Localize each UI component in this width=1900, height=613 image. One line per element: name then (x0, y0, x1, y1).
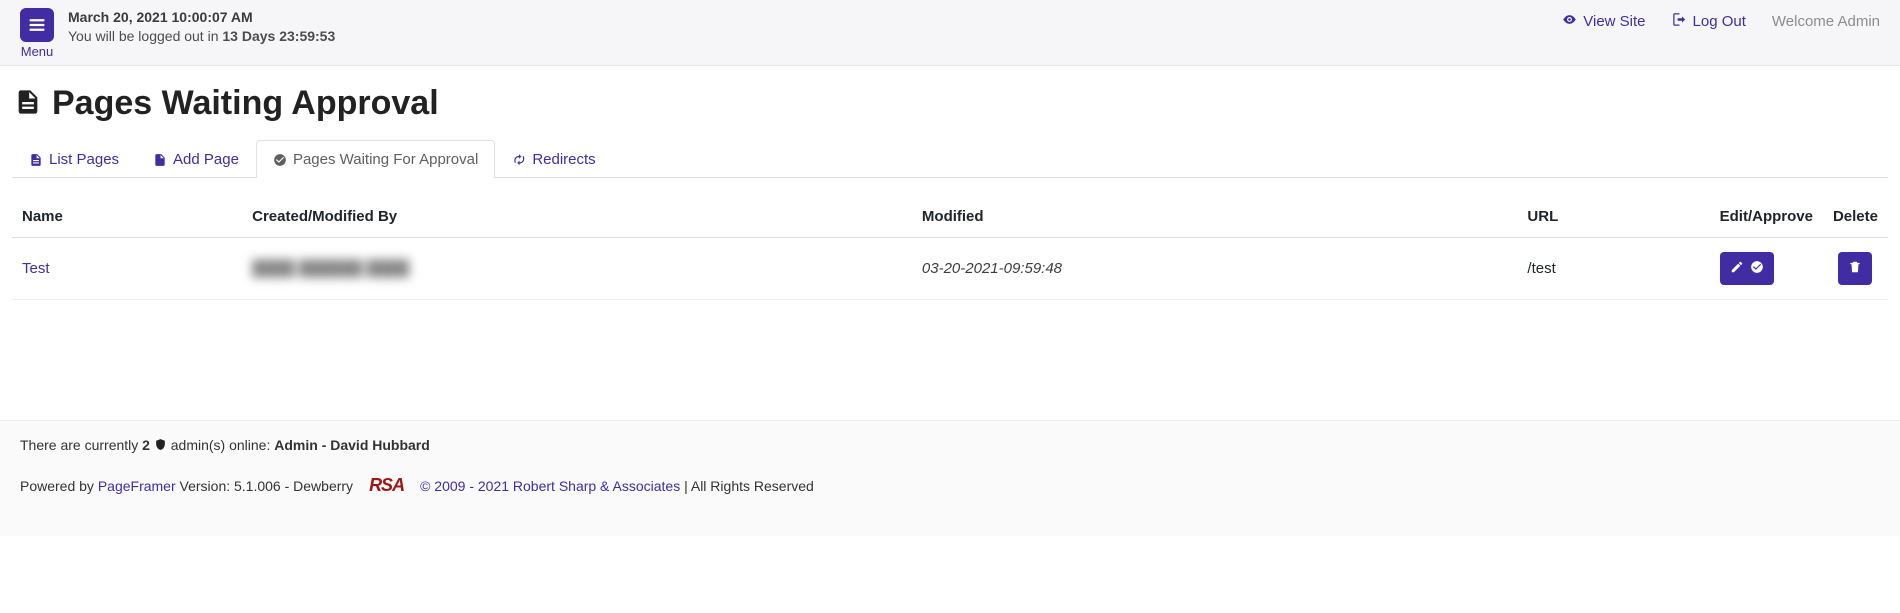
th-delete: Delete (1823, 196, 1888, 238)
online-count: 2 (142, 437, 150, 453)
document-icon (14, 88, 42, 119)
tab-redirects[interactable]: Redirects (495, 140, 612, 178)
log-out-link[interactable]: Log Out (1672, 12, 1746, 31)
shield-icon (154, 437, 167, 453)
th-modified: Modified (912, 196, 1518, 238)
admins-online: There are currently 2 admin(s) online: A… (20, 437, 1880, 453)
edit-icon (1730, 260, 1744, 277)
online-prefix: There are currently (20, 437, 142, 453)
copyright-link[interactable]: © 2009 - 2021 Robert Sharp & Associates (420, 478, 680, 494)
logout-countdown: You will be logged out in 13 Days 23:59:… (68, 27, 335, 46)
tab-waiting-label: Pages Waiting For Approval (293, 151, 478, 168)
table-row: Test ████ ██████ ████ 03-20-2021-09:59:4… (12, 238, 1888, 300)
edit-approve-button[interactable] (1720, 252, 1774, 285)
row-modified: 03-20-2021-09:59:48 (922, 260, 1062, 277)
hamburger-icon (20, 8, 54, 42)
footer: There are currently 2 admin(s) online: A… (0, 420, 1900, 536)
check-circle-icon (1750, 260, 1764, 277)
current-datetime: March 20, 2021 10:00:07 AM (68, 8, 335, 27)
row-name-link[interactable]: Test (22, 260, 50, 277)
table-header-row: Name Created/Modified By Modified URL Ed… (12, 196, 1888, 238)
view-site-label: View Site (1583, 13, 1645, 30)
tab-list-pages-label: List Pages (49, 151, 119, 168)
top-bar-right: View Site Log Out Welcome Admin (1562, 8, 1880, 31)
view-site-link[interactable]: View Site (1562, 12, 1645, 31)
approval-table: Name Created/Modified By Modified URL Ed… (12, 196, 1888, 300)
version-text: Version: 5.1.006 - Dewberry (176, 478, 353, 494)
top-bar-left: Menu March 20, 2021 10:00:07 AM You will… (20, 8, 335, 59)
pageframer-link[interactable]: PageFramer (98, 478, 176, 494)
main-content: Pages Waiting Approval List Pages Add Pa… (0, 66, 1900, 300)
tab-add-page[interactable]: Add Page (136, 140, 256, 178)
logout-time: 13 Days 23:59:53 (222, 28, 335, 44)
menu-button[interactable]: Menu (20, 8, 54, 59)
th-edit-approve: Edit/Approve (1710, 196, 1823, 238)
page-title: Pages Waiting Approval (52, 84, 439, 123)
rsa-logo: RSA (369, 475, 404, 496)
tab-redirects-label: Redirects (532, 151, 595, 168)
eye-icon (1562, 12, 1577, 31)
row-created-by: ████ ██████ ████ (252, 260, 409, 277)
menu-label: Menu (20, 44, 54, 59)
logout-icon (1672, 12, 1687, 31)
tabs: List Pages Add Page Pages Waiting For Ap… (12, 139, 1888, 178)
rights-text: | All Rights Reserved (680, 478, 814, 494)
logout-prefix: You will be logged out in (68, 28, 222, 44)
welcome-text: Welcome Admin (1772, 13, 1880, 30)
powered-prefix: Powered by (20, 478, 98, 494)
page-title-row: Pages Waiting Approval (12, 84, 1888, 123)
online-names: Admin - David Hubbard (274, 437, 430, 453)
header-info: March 20, 2021 10:00:07 AM You will be l… (68, 8, 335, 46)
online-mid: admin(s) online: (171, 437, 275, 453)
top-bar: Menu March 20, 2021 10:00:07 AM You will… (0, 0, 1900, 66)
th-created-by: Created/Modified By (242, 196, 912, 238)
tab-waiting-approval[interactable]: Pages Waiting For Approval (256, 140, 495, 178)
tab-list-pages[interactable]: List Pages (12, 140, 136, 178)
tab-add-page-label: Add Page (173, 151, 239, 168)
row-url: /test (1527, 260, 1555, 277)
th-url: URL (1517, 196, 1709, 238)
log-out-label: Log Out (1693, 13, 1746, 30)
delete-button[interactable] (1838, 252, 1872, 285)
footer-credits: Powered by PageFramer Version: 5.1.006 -… (20, 475, 1880, 496)
trash-icon (1848, 260, 1862, 277)
th-name: Name (12, 196, 242, 238)
